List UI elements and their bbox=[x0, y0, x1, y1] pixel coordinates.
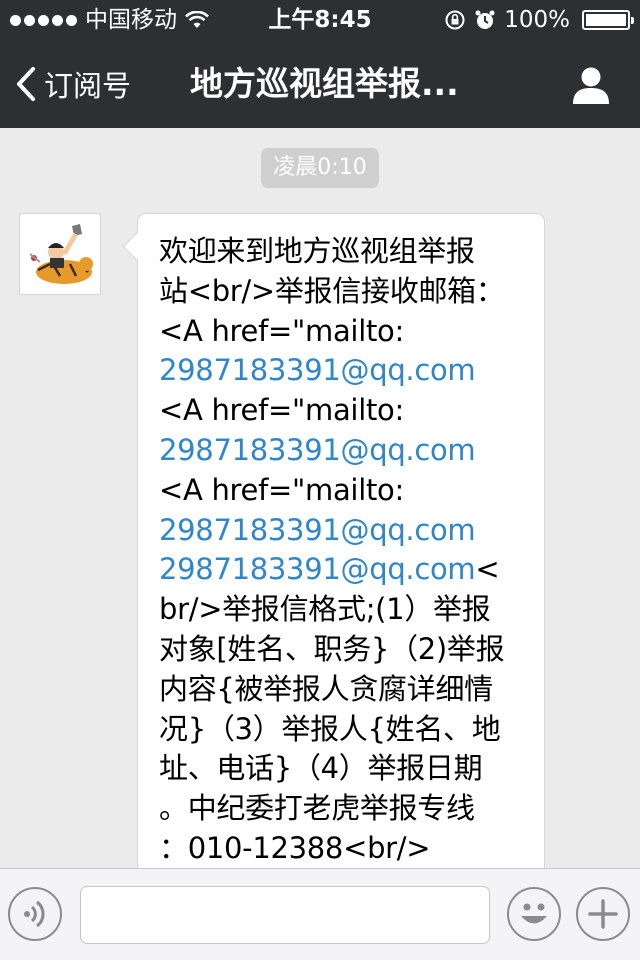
voice-icon bbox=[10, 889, 60, 939]
email-link[interactable]: 2987183391@qq.com bbox=[159, 511, 531, 551]
battery-icon bbox=[582, 10, 634, 30]
message-input[interactable] bbox=[80, 886, 490, 944]
wifi-icon bbox=[185, 11, 209, 29]
back-button[interactable]: 订阅号 bbox=[14, 40, 131, 128]
back-label: 订阅号 bbox=[44, 69, 132, 103]
message-line: 址、电话}（4）举报日期 bbox=[159, 751, 483, 786]
message-line: 欢迎来到地方巡视组举报 bbox=[159, 234, 475, 268]
message-line: <A href="mailto: bbox=[159, 393, 404, 428]
message-line: 对象[姓名、职务}（2)举报 bbox=[159, 631, 505, 666]
signal-dots-icon bbox=[10, 14, 77, 26]
more-button[interactable] bbox=[576, 887, 630, 941]
message-line: 。中纪委打老虎举报专线 bbox=[159, 791, 475, 826]
message-line: <A href="mailto: bbox=[159, 313, 404, 348]
message-text: 欢迎来到地方巡视组举报 站<br/>举报信接收邮箱： <A href="mail… bbox=[159, 232, 531, 869]
message-line: ：010-12388<br/> bbox=[159, 830, 431, 865]
input-bar bbox=[0, 868, 640, 960]
message-line: <A href="mailto: bbox=[159, 472, 404, 507]
message-line: 内容{被举报人贪腐详细情 bbox=[159, 671, 493, 706]
navigation-bar: 订阅号 地方巡视组举报... bbox=[0, 40, 640, 128]
profile-button[interactable] bbox=[570, 64, 612, 106]
person-icon bbox=[570, 64, 612, 106]
carrier-label: 中国移动 bbox=[85, 7, 177, 33]
sender-avatar[interactable] bbox=[19, 213, 101, 295]
email-link[interactable]: 2987183391@qq.com bbox=[159, 431, 531, 471]
chevron-left-icon bbox=[14, 66, 44, 102]
message-line: 2987183391@qq.com< bbox=[159, 550, 531, 590]
message-text-fragment: < bbox=[475, 552, 500, 587]
emoji-button[interactable] bbox=[507, 887, 561, 941]
page-title: 地方巡视组举报... bbox=[190, 64, 459, 103]
status-bar: 中国移动 上午8:45 100% bbox=[0, 0, 640, 40]
email-link[interactable]: 2987183391@qq.com bbox=[159, 351, 531, 391]
message-line: 况}（3）举报人{姓名、地 bbox=[159, 711, 501, 746]
message-bubble[interactable]: 欢迎来到地方巡视组举报 站<br/>举报信接收邮箱： <A href="mail… bbox=[122, 213, 545, 933]
battery-percent: 100% bbox=[504, 7, 570, 33]
message-timestamp: 凌晨0:10 bbox=[261, 148, 379, 188]
rotation-lock-icon bbox=[444, 9, 466, 31]
email-link[interactable]: 2987183391@qq.com bbox=[159, 552, 476, 586]
message-line: br/>举报信格式;(1）举报 bbox=[159, 592, 491, 627]
alarm-icon bbox=[474, 9, 496, 31]
voice-button[interactable] bbox=[8, 887, 62, 941]
emoji-icon bbox=[509, 889, 559, 939]
plus-icon bbox=[578, 889, 628, 939]
message-line: 站<br/>举报信接收邮箱： bbox=[159, 273, 505, 308]
